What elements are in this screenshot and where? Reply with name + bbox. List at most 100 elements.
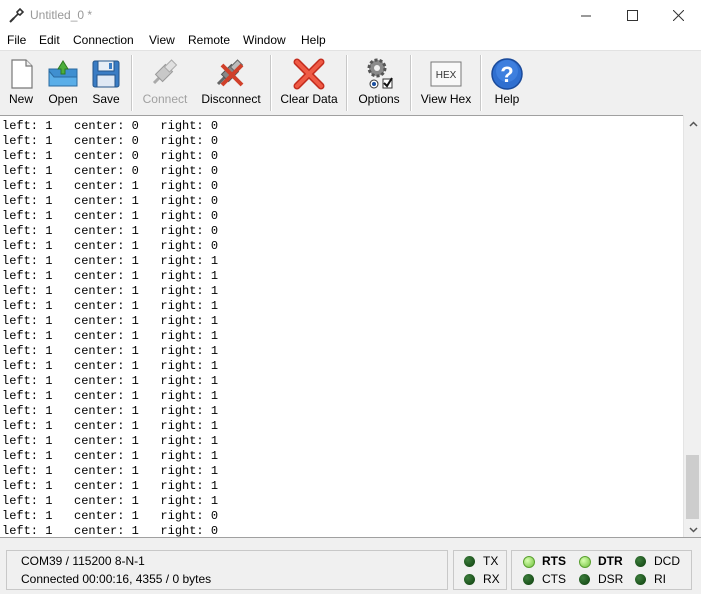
terminal-line: left: 1 center: 1 right: 0 — [2, 209, 219, 223]
menu-bar: File Edit Connection View Remote Window … — [0, 30, 701, 50]
rx-led-icon — [464, 574, 475, 585]
view-hex-label: View Hex — [420, 92, 472, 106]
tx-label: TX — [483, 554, 499, 568]
terminal-line: left: 1 center: 0 right: 0 — [2, 149, 219, 163]
status-bar: COM39 / 115200 8-N-1 Connected 00:00:16,… — [0, 538, 701, 594]
txrx-led-panel: TX RX — [453, 550, 507, 590]
dtr-label: DTR — [598, 554, 623, 568]
open-folder-icon — [48, 60, 78, 87]
vertical-scrollbar[interactable] — [683, 115, 701, 538]
ri-label: RI — [654, 572, 666, 586]
rts-led-icon[interactable] — [523, 556, 535, 568]
options-button[interactable]: Options — [354, 51, 404, 115]
rts-label: RTS — [542, 554, 566, 568]
menu-edit[interactable]: Edit — [39, 33, 60, 47]
terminal-output[interactable]: left: 1 center: 0 right: 0 left: 1 cente… — [0, 115, 683, 538]
menu-connection[interactable]: Connection — [73, 33, 134, 47]
menu-file[interactable]: File — [7, 33, 26, 47]
terminal-line: left: 1 center: 1 right: 1 — [2, 419, 219, 433]
connection-status-panel: COM39 / 115200 8-N-1 Connected 00:00:16,… — [6, 550, 448, 590]
terminal-line: left: 1 center: 0 right: 0 — [2, 119, 219, 133]
maximize-icon — [626, 9, 638, 21]
new-button[interactable]: New — [2, 51, 40, 115]
open-label: Open — [48, 92, 78, 106]
scroll-down-button[interactable] — [684, 521, 701, 538]
save-button[interactable]: Save — [87, 51, 125, 115]
tx-led-icon — [464, 556, 475, 567]
ri-led-icon — [635, 574, 646, 585]
save-label: Save — [92, 92, 120, 106]
terminal-line: left: 1 center: 1 right: 0 — [2, 509, 219, 523]
terminal-line: left: 1 center: 1 right: 0 — [2, 224, 219, 238]
help-button[interactable]: ? Help — [488, 51, 526, 115]
menu-view[interactable]: View — [149, 33, 175, 47]
open-button[interactable]: Open — [43, 51, 83, 115]
terminal-line: left: 1 center: 1 right: 1 — [2, 434, 219, 448]
toolbar-separator — [410, 55, 412, 111]
line-status-led-panel: RTS CTS DTR DSR DCD RI — [511, 550, 692, 590]
terminal-line: left: 1 center: 1 right: 1 — [2, 359, 219, 373]
clear-data-label: Clear Data — [280, 92, 338, 106]
help-label: Help — [494, 92, 520, 106]
hex-view-icon: HEX — [430, 61, 462, 87]
disconnect-label: Disconnect — [201, 92, 261, 106]
toolbar: New Open Save Connect Disconnect Clear D… — [0, 50, 701, 116]
dsr-led-icon — [579, 574, 590, 585]
rx-label: RX — [483, 572, 500, 586]
svg-text:?: ? — [500, 62, 513, 87]
terminal-line: left: 1 center: 1 right: 1 — [2, 464, 219, 478]
terminal-line: left: 1 center: 1 right: 1 — [2, 269, 219, 283]
minimize-button[interactable] — [563, 0, 609, 30]
connect-button[interactable]: Connect — [138, 51, 192, 115]
terminal-line: left: 1 center: 1 right: 0 — [2, 194, 219, 208]
terminal-line: left: 1 center: 1 right: 1 — [2, 299, 219, 313]
chevron-up-icon — [688, 120, 698, 127]
dtr-led-icon[interactable] — [579, 556, 591, 568]
chevron-down-icon — [688, 526, 698, 533]
view-hex-button[interactable]: HEX View Hex — [418, 51, 474, 115]
terminal-line: left: 1 center: 1 right: 1 — [2, 389, 219, 403]
terminal-line: left: 1 center: 1 right: 1 — [2, 494, 219, 508]
menu-remote[interactable]: Remote — [188, 33, 230, 47]
cts-label: CTS — [542, 572, 566, 586]
options-gear-icon — [367, 58, 393, 89]
terminal-line: left: 1 center: 1 right: 1 — [2, 449, 219, 463]
new-document-icon — [11, 59, 33, 89]
toolbar-separator — [270, 55, 272, 111]
new-label: New — [8, 92, 33, 106]
terminal-line: left: 1 center: 1 right: 0 — [2, 179, 219, 193]
cts-led-icon — [523, 574, 534, 585]
close-button[interactable] — [655, 0, 701, 30]
app-icon — [9, 7, 25, 23]
menu-help[interactable]: Help — [301, 33, 326, 47]
toolbar-separator — [480, 55, 482, 111]
terminal-line: left: 1 center: 0 right: 0 — [2, 164, 219, 178]
clear-x-icon — [293, 58, 325, 90]
disconnect-button[interactable]: Disconnect — [198, 51, 264, 115]
title-bar: Untitled_0 * — [0, 0, 701, 30]
terminal-line: left: 1 center: 1 right: 1 — [2, 479, 219, 493]
minimize-icon — [580, 15, 591, 16]
terminal-line: left: 1 center: 1 right: 1 — [2, 284, 219, 298]
toolbar-separator — [346, 55, 348, 111]
terminal-line: left: 1 center: 0 right: 0 — [2, 134, 219, 148]
clear-data-button[interactable]: Clear Data — [278, 51, 340, 115]
connection-info-text: Connected 00:00:16, 4355 / 0 bytes — [21, 572, 212, 586]
menu-window[interactable]: Window — [243, 33, 286, 47]
toolbar-separator — [131, 55, 133, 111]
terminal-line: left: 1 center: 1 right: 1 — [2, 314, 219, 328]
options-label: Options — [358, 92, 400, 106]
save-disk-icon — [92, 60, 120, 88]
disconnect-icon — [216, 59, 244, 87]
port-settings-text: COM39 / 115200 8-N-1 — [21, 554, 145, 568]
terminal-line: left: 1 center: 1 right: 1 — [2, 329, 219, 343]
dcd-label: DCD — [654, 554, 680, 568]
scroll-thumb[interactable] — [686, 455, 699, 519]
terminal-line: left: 1 center: 1 right: 1 — [2, 374, 219, 388]
scroll-up-button[interactable] — [684, 115, 701, 132]
maximize-button[interactable] — [609, 0, 655, 30]
terminal-line: left: 1 center: 1 right: 1 — [2, 344, 219, 358]
usb-plug-icon — [152, 59, 178, 85]
dcd-led-icon — [635, 556, 646, 567]
hex-icon-text: HEX — [436, 70, 457, 81]
